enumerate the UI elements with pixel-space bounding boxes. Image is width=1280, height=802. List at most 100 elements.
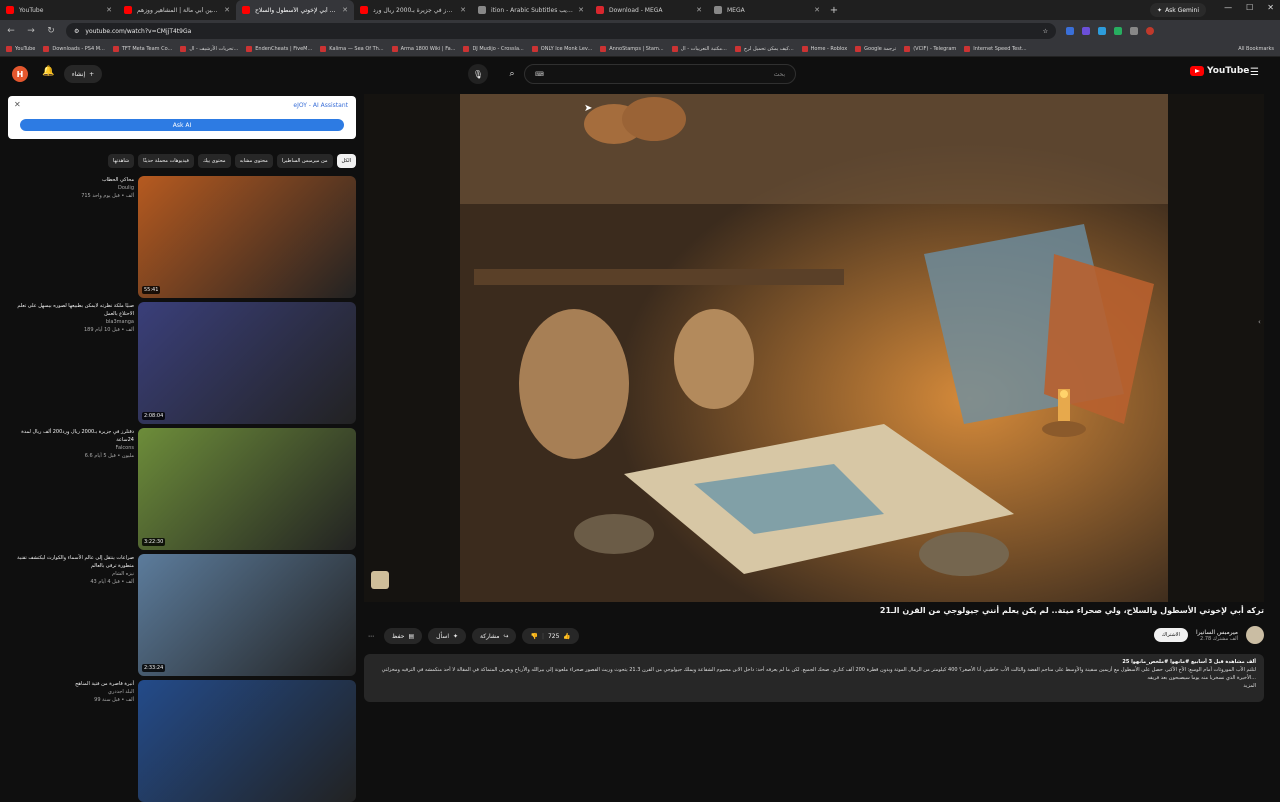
ask-ai-button[interactable]: Ask AI <box>20 119 344 131</box>
forward-icon[interactable]: → <box>26 26 36 36</box>
notifications-bell-icon[interactable]: 🔔 <box>42 66 54 77</box>
extension-icon[interactable] <box>1098 27 1106 35</box>
bookmark-star-icon[interactable]: ☆ <box>1043 28 1048 35</box>
video-title[interactable]: أنبرة قاصرة من فتية المناهج <box>8 680 134 688</box>
like-icon[interactable]: 👍 <box>563 633 570 640</box>
profile-avatar[interactable] <box>1146 27 1154 35</box>
tab-label: دقتلرز في جزيرة بـ2000 ريال ورد... <box>373 6 455 14</box>
channel-name[interactable]: ميرمبس السانيرا <box>1196 629 1238 636</box>
more-actions-button[interactable]: ⋯ <box>364 628 378 644</box>
browser-tab[interactable]: تركه أبي لإخوتي الأسطول والسلاح... ✕ <box>236 0 354 20</box>
site-info-icon[interactable]: ⚙ <box>74 28 79 35</box>
subscribe-button[interactable]: الاشتراك <box>1153 628 1188 642</box>
all-bookmarks[interactable]: All Bookmarks <box>1238 46 1274 52</box>
video-title[interactable]: دقتلرز في جزيرة بـ2000 ريال ورد200 ألف ر… <box>8 428 134 444</box>
dislike-icon[interactable]: 👎 <box>530 633 537 640</box>
new-tab-button[interactable]: + <box>826 5 842 16</box>
plus-icon: + <box>89 70 95 78</box>
recommended-video[interactable]: 2:33:24 صراعات ينتقل إلى عالم الأسماء وال… <box>8 554 356 676</box>
keyboard-icon[interactable]: ⌨ <box>535 71 544 78</box>
browser-tab[interactable]: ition - Arabic Subtitles تعريب ✕ <box>472 0 590 20</box>
video-thumbnail[interactable] <box>138 680 356 802</box>
bookmark-item[interactable]: كيف يمكن تحميل لرج... <box>734 46 794 52</box>
recommended-video[interactable]: 2:08:04 صبيًا ملكة نظرته لايمكن بطبيعها ل… <box>8 302 356 424</box>
video-title[interactable]: صراعات ينتقل إلى عالم الأسماء والكوارث ل… <box>8 554 134 570</box>
voice-search-mic-icon[interactable]: 🎙 <box>468 64 488 84</box>
bookmark-item[interactable]: Kalima — Sea Of Th... <box>320 46 384 52</box>
search-placeholder: بحث <box>773 70 785 78</box>
video-thumbnail[interactable]: 55:41 <box>138 176 356 298</box>
bookmark-item[interactable]: Google ترجمة <box>855 46 896 52</box>
bookmark-item[interactable]: YouTube <box>6 46 35 52</box>
bookmark-item[interactable]: DJ Mudijo - Crossla... <box>463 46 524 52</box>
bookmark-item[interactable]: TFT Meta Team Co... <box>112 46 172 52</box>
ask-gemini-button[interactable]: ✦ Ask Gemini <box>1150 3 1206 17</box>
filter-chip[interactable]: شاهدتها <box>107 154 135 168</box>
tab-close-icon[interactable]: ✕ <box>578 6 584 14</box>
search-input[interactable]: ⌨ بحث <box>524 64 796 84</box>
browser-tab[interactable]: YouTube ✕ <box>0 0 118 20</box>
bookmark-item[interactable]: (VCIF) - Telegram <box>904 46 956 52</box>
recommended-video[interactable]: 3:22:30 دقتلرز في جزيرة بـ2000 ريال ورد20… <box>8 428 356 550</box>
video-description[interactable]: 25 ألف مشاهدة قبل 3 أسابيع #مانهوا #ملخص… <box>364 654 1264 702</box>
video-thumbnail[interactable]: 2:33:24 <box>138 554 356 676</box>
extension-icon[interactable] <box>1130 27 1138 35</box>
bookmark-item[interactable]: Internet Speed Test... <box>964 46 1027 52</box>
video-title[interactable]: صبيًا ملكة نظرته لايمكن بطبيعها لصوره بي… <box>8 302 134 318</box>
youtube-logo[interactable]: YouTube <box>1190 66 1249 76</box>
bookmark-item[interactable]: تحريات الأرشيف - ال... <box>180 46 238 52</box>
guide-menu-icon[interactable]: ☰ <box>1250 67 1259 78</box>
video-thumbnail[interactable]: 3:22:30 <box>138 428 356 550</box>
bookmark-item[interactable]: EndenCheats | FiveM... <box>246 46 312 52</box>
filter-chip[interactable]: محتوى ييك <box>197 154 231 168</box>
bookmark-favicon-icon <box>6 46 12 52</box>
side-panel-toggle-icon[interactable]: ‹ <box>1258 318 1261 326</box>
extension-icon[interactable] <box>1114 27 1122 35</box>
url-field[interactable]: ⚙ youtube.com/watch?v=CMjjT4t9Ga ☆ <box>66 23 1056 39</box>
tab-close-icon[interactable]: ✕ <box>814 6 820 14</box>
tab-close-icon[interactable]: ✕ <box>106 6 112 14</box>
video-player[interactable] <box>364 94 1264 602</box>
extension-icon[interactable] <box>1066 27 1074 35</box>
bookmark-item[interactable]: AnnoStamps | Stam... <box>600 46 664 52</box>
recommended-video[interactable]: 55:41 محاكي الحطاب Doulig 715 ألف • قبل يوم… <box>8 176 356 298</box>
maximize-icon[interactable]: ☐ <box>1246 3 1253 12</box>
browser-tab[interactable]: MEGA ✕ <box>708 0 826 20</box>
minimize-icon[interactable]: — <box>1224 3 1232 12</box>
back-icon[interactable]: ← <box>6 26 16 36</box>
browser-tab[interactable]: Download - MEGA ✕ <box>590 0 708 20</box>
tab-close-icon[interactable]: ✕ <box>342 6 348 14</box>
bookmark-item[interactable]: Home - Roblox <box>801 46 847 52</box>
reload-icon[interactable]: ↻ <box>46 26 56 36</box>
recommended-video[interactable]: أنبرة قاصرة من فتية المناهج البلد اجددري 9… <box>8 680 356 802</box>
save-button[interactable]: حفظ ▤ <box>384 628 423 644</box>
tab-close-icon[interactable]: ✕ <box>460 6 466 14</box>
close-icon[interactable]: ✕ <box>14 100 21 109</box>
bookmark-item[interactable]: ONLY Ice Monk Lev... <box>531 46 592 52</box>
ask-button[interactable]: اسأل ✦ <box>428 628 467 644</box>
tab-favicon-icon <box>360 6 368 14</box>
filter-chip[interactable]: محتوى مشابه <box>234 154 273 168</box>
share-button[interactable]: مشاركة ↪ <box>472 628 517 644</box>
extension-icon[interactable] <box>1082 27 1090 35</box>
channel-watermark[interactable] <box>371 571 389 589</box>
logo-text: YouTube <box>1207 66 1250 76</box>
video-title[interactable]: محاكي الحطاب <box>8 176 134 184</box>
channel-avatar[interactable] <box>1246 626 1264 644</box>
bookmark-item[interactable]: Downloads - PS4 M... <box>43 46 105 52</box>
filter-chip[interactable]: فيديوهات محملة حديثًا <box>138 154 194 168</box>
browser-tab[interactable]: تحسين أبي مالة | المشاهير ووزهم ✕ <box>118 0 236 20</box>
bookmark-item[interactable]: مكتبة التعريبات - ال... <box>671 46 727 52</box>
show-more-link[interactable]: المزيد <box>372 682 1256 690</box>
account-avatar[interactable]: H <box>12 66 28 82</box>
create-button[interactable]: إنشاء + <box>64 65 102 83</box>
tab-close-icon[interactable]: ✕ <box>224 6 230 14</box>
browser-tab[interactable]: دقتلرز في جزيرة بـ2000 ريال ورد... ✕ <box>354 0 472 20</box>
bookmark-item[interactable]: Arma 1800 Wiki | Fa... <box>391 46 455 52</box>
tab-close-icon[interactable]: ✕ <box>696 6 702 14</box>
video-thumbnail[interactable]: 2:08:04 <box>138 302 356 424</box>
close-window-icon[interactable]: ✕ <box>1267 3 1274 12</box>
search-button[interactable]: ⌕ <box>500 64 524 84</box>
filter-chip[interactable]: الكل <box>336 154 356 168</box>
filter-chip[interactable]: من ميرمبس الساطيرا <box>276 154 333 168</box>
